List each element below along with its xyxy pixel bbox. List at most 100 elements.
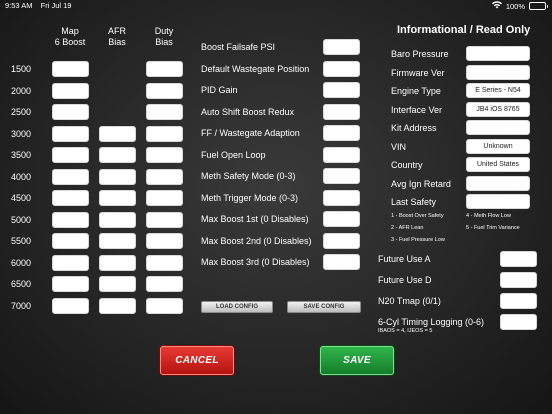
- legend-item: 3 - Fuel Pressure Low: [391, 237, 445, 243]
- afr-bias-cell[interactable]: [99, 168, 136, 185]
- legend-item: 5 - Fuel Trim Variance: [466, 225, 520, 231]
- status-time: 9:53 AM: [5, 1, 33, 10]
- map-boost-cell[interactable]: [52, 147, 89, 163]
- parameter-label: FF / Wastegate Adaption: [201, 128, 300, 138]
- parameter-input[interactable]: [323, 189, 360, 206]
- map-boost-cell[interactable]: [52, 125, 89, 142]
- legend-item: 2 - AFR Lean: [391, 225, 424, 231]
- afr-bias-cell[interactable]: [99, 254, 136, 271]
- map-boost-cell[interactable]: [52, 82, 89, 99]
- future-use-input[interactable]: [500, 272, 537, 288]
- parameter-label: Meth Safety Mode (0-3): [201, 171, 296, 181]
- rpm-row-label: 1500: [11, 64, 32, 74]
- rpm-row-label: 3000: [11, 128, 32, 139]
- map-boost-cell[interactable]: [52, 61, 89, 77]
- load-config-button[interactable]: LOAD CONFIG: [201, 301, 273, 313]
- parameter-label: Boost Failsafe PSI: [201, 42, 276, 52]
- duty-bias-cell[interactable]: [146, 297, 183, 314]
- map-boost-cell[interactable]: [52, 168, 89, 185]
- future-use-label: Future Use D: [378, 275, 432, 285]
- duty-bias-cell[interactable]: [146, 104, 183, 120]
- future-use-input[interactable]: [500, 251, 537, 267]
- timing-logging-note: IBAOS = 4, IJEOS = 5: [378, 328, 433, 334]
- parameter-input[interactable]: [323, 254, 360, 270]
- info-label: Country: [391, 160, 423, 170]
- col-header-afr-line: AFR Bias: [108, 26, 126, 47]
- parameter-label: PID Gain: [201, 85, 238, 95]
- info-value: [466, 64, 530, 80]
- parameter-input[interactable]: [323, 60, 360, 77]
- map-boost-cell[interactable]: [52, 104, 89, 120]
- parameter-input[interactable]: [323, 82, 360, 98]
- map-boost-cell[interactable]: [52, 297, 89, 314]
- duty-bias-cell[interactable]: [146, 211, 183, 228]
- info-label: Baro Pressure: [391, 49, 449, 59]
- rpm-row-label: 4000: [11, 171, 32, 182]
- map-boost-cell[interactable]: [52, 190, 89, 206]
- info-label: Engine Type: [391, 86, 441, 96]
- parameter-label: Max Boost 3rd (0 Disables): [201, 257, 310, 267]
- info-value: Unknown: [466, 138, 530, 154]
- parameter-input[interactable]: [323, 146, 360, 163]
- rpm-row-label: 3500: [11, 150, 32, 160]
- parameter-input[interactable]: [323, 125, 360, 141]
- map-boost-cell[interactable]: [52, 276, 89, 292]
- parameter-input[interactable]: [323, 211, 360, 227]
- afr-bias-cell[interactable]: [99, 276, 136, 292]
- afr-bias-cell[interactable]: [99, 147, 136, 163]
- info-label: Last Safety: [391, 197, 437, 207]
- parameter-input[interactable]: [323, 232, 360, 249]
- cancel-button[interactable]: CANCEL: [160, 346, 234, 375]
- parameter-label: Max Boost 2nd (0 Disables): [201, 235, 312, 246]
- duty-bias-cell[interactable]: [146, 190, 183, 206]
- future-use-label: 6-Cyl Timing Logging (0-6): [378, 317, 485, 327]
- info-value: [466, 175, 530, 191]
- parameter-label: Meth Trigger Mode (0-3): [201, 192, 299, 203]
- battery-label: 100%: [505, 1, 525, 11]
- save-button[interactable]: SAVE: [320, 346, 394, 375]
- col-header-map-line: Map 6 Boost: [54, 26, 86, 47]
- future-use-input[interactable]: [500, 293, 537, 309]
- afr-bias-cell[interactable]: [99, 190, 136, 206]
- rpm-row-label: 7000: [11, 300, 32, 311]
- parameter-input[interactable]: [323, 168, 360, 184]
- map-boost-cell[interactable]: [52, 233, 89, 249]
- afr-bias-cell[interactable]: [99, 211, 136, 228]
- afr-bias-cell[interactable]: [99, 297, 136, 314]
- duty-bias-cell[interactable]: [146, 82, 183, 99]
- afr-bias-cell[interactable]: [99, 125, 136, 142]
- duty-bias-cell[interactable]: [146, 168, 183, 185]
- rpm-row-label: 6000: [11, 257, 32, 268]
- duty-bias-cell[interactable]: [146, 125, 183, 142]
- duty-bias-cell[interactable]: [146, 61, 183, 77]
- future-use-input[interactable]: [500, 314, 537, 330]
- duty-bias-cell[interactable]: [146, 276, 183, 292]
- parameter-input[interactable]: [323, 39, 360, 55]
- afr-bias-cell[interactable]: [99, 233, 136, 249]
- save-config-button[interactable]: SAVE CONFIG: [287, 301, 361, 313]
- parameter-label: Fuel Open Loop: [201, 149, 266, 160]
- future-use-label: N20 Tmap (0/1): [378, 296, 441, 306]
- status-bar: 9:53 AM Fri Jul 19 100%: [0, 0, 552, 12]
- col-header-duty: Duty Bias: [139, 26, 189, 48]
- duty-bias-cell[interactable]: [146, 254, 183, 271]
- info-value: [466, 194, 530, 209]
- parameter-input[interactable]: [323, 103, 360, 120]
- rpm-row-label: 2000: [11, 85, 32, 96]
- info-label: Kit Address: [391, 123, 437, 133]
- col-header-afr: AFR Bias: [92, 26, 142, 48]
- col-header-map: Map 6 Boost: [45, 26, 95, 48]
- info-value: United States: [466, 157, 530, 172]
- legend-item: 4 - Meth Flow Low: [466, 213, 511, 219]
- wifi-icon: [491, 1, 502, 11]
- battery-icon: [529, 2, 548, 10]
- duty-bias-cell[interactable]: [146, 233, 183, 249]
- info-value: E Series - N54: [466, 83, 530, 98]
- duty-bias-cell[interactable]: [146, 147, 183, 163]
- rpm-row-label: 2500: [11, 107, 32, 117]
- map-boost-cell[interactable]: [52, 254, 89, 271]
- info-value: [466, 46, 530, 61]
- map-boost-cell[interactable]: [52, 211, 89, 228]
- info-label: Firmware Ver: [391, 67, 445, 78]
- legend-item: 1 - Boost Over Safety: [391, 213, 444, 219]
